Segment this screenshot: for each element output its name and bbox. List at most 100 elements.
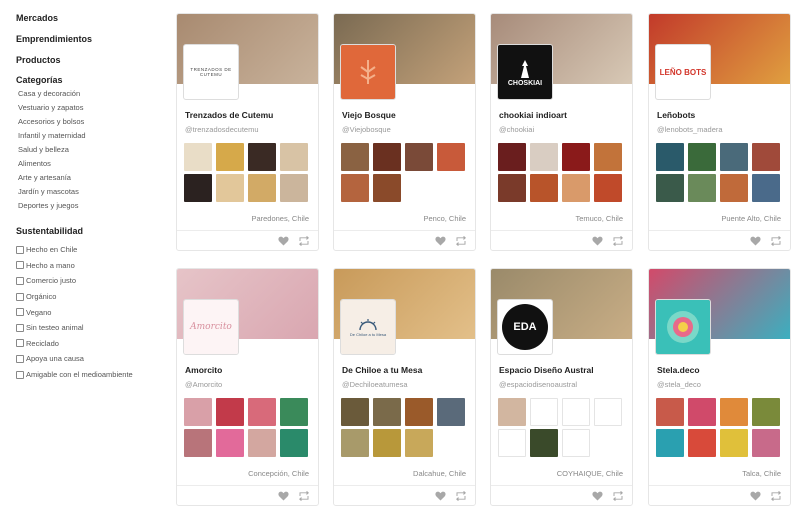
product-thumbnail[interactable] — [656, 143, 684, 171]
product-thumbnail[interactable] — [216, 429, 244, 457]
heart-icon[interactable] — [591, 490, 603, 502]
product-thumbnail[interactable] — [248, 398, 276, 426]
product-thumbnail[interactable] — [688, 143, 716, 171]
heart-icon[interactable] — [277, 490, 289, 502]
product-thumbnail[interactable] — [594, 398, 622, 426]
shop-logo[interactable]: De Chiloe a tu Mesa — [340, 299, 396, 355]
heart-icon[interactable] — [749, 235, 761, 247]
shop-card[interactable]: EDA Espacio Diseño Austral @espaciodisenoa… — [490, 268, 633, 506]
category-link[interactable]: Deportes y juegos — [16, 201, 165, 215]
product-thumbnail[interactable] — [216, 398, 244, 426]
product-thumbnail[interactable] — [373, 398, 401, 426]
sustainability-filter[interactable]: Sin testeo animal — [16, 320, 165, 336]
shop-logo[interactable]: TRENZADOS DE CUTEMU — [183, 44, 239, 100]
shop-card[interactable]: LEÑO BOTS Leñobots @lenobots_madera Puente … — [648, 13, 791, 251]
product-thumbnail[interactable] — [248, 174, 276, 202]
product-thumbnail[interactable] — [184, 174, 212, 202]
shop-card[interactable]: De Chiloe a tu Mesa De Chiloe a tu Mesa @D… — [333, 268, 476, 506]
nav-emprendimientos[interactable]: Emprendimientos — [16, 33, 165, 54]
filter-checkbox[interactable] — [16, 261, 24, 270]
filter-checkbox[interactable] — [16, 245, 24, 254]
shop-handle[interactable]: @Dechiloeatumesa — [342, 380, 408, 389]
shop-name[interactable]: chookiai indioart — [499, 110, 567, 120]
product-thumbnail[interactable] — [752, 174, 780, 202]
sustainability-filter[interactable]: Vegano — [16, 304, 165, 320]
product-thumbnail[interactable] — [656, 398, 684, 426]
shop-name[interactable]: Stela.deco — [657, 365, 700, 375]
product-thumbnail[interactable] — [498, 143, 526, 171]
product-thumbnail[interactable] — [437, 398, 465, 426]
product-thumbnail[interactable] — [752, 398, 780, 426]
repost-icon[interactable] — [612, 490, 624, 502]
product-thumbnail[interactable] — [280, 429, 308, 457]
product-thumbnail[interactable] — [562, 174, 590, 202]
repost-icon[interactable] — [298, 490, 310, 502]
filter-checkbox[interactable] — [16, 354, 24, 363]
heart-icon[interactable] — [749, 490, 761, 502]
product-thumbnail[interactable] — [280, 398, 308, 426]
shop-handle[interactable]: @Viejobosque — [342, 125, 391, 134]
shop-logo[interactable]: LEÑO BOTS — [655, 44, 711, 100]
repost-icon[interactable] — [455, 235, 467, 247]
shop-handle[interactable]: @chookiai — [499, 125, 534, 134]
shop-card[interactable]: TRENZADOS DE CUTEMU Trenzados de Cutemu @t… — [176, 13, 319, 251]
shop-name[interactable]: Espacio Diseño Austral — [499, 365, 594, 375]
nav-productos[interactable]: Productos — [16, 54, 165, 75]
product-thumbnail[interactable] — [720, 398, 748, 426]
product-thumbnail[interactable] — [530, 143, 558, 171]
shop-name[interactable]: Trenzados de Cutemu — [185, 110, 273, 120]
product-thumbnail[interactable] — [562, 429, 590, 457]
product-thumbnail[interactable] — [341, 143, 369, 171]
shop-card[interactable]: Stela.deco @stela_deco Talca, Chile — [648, 268, 791, 506]
sustainability-filter[interactable]: Apoya una causa — [16, 351, 165, 367]
heart-icon[interactable] — [434, 235, 446, 247]
sustainability-filter[interactable]: Orgánico — [16, 289, 165, 305]
heart-icon[interactable] — [277, 235, 289, 247]
product-thumbnail[interactable] — [752, 429, 780, 457]
product-thumbnail[interactable] — [405, 429, 433, 457]
product-thumbnail[interactable] — [752, 143, 780, 171]
shop-logo[interactable]: CHOSKIAI — [497, 44, 553, 100]
heart-icon[interactable] — [591, 235, 603, 247]
product-thumbnail[interactable] — [373, 429, 401, 457]
product-thumbnail[interactable] — [184, 429, 212, 457]
product-thumbnail[interactable] — [656, 429, 684, 457]
repost-icon[interactable] — [298, 235, 310, 247]
product-thumbnail[interactable] — [405, 398, 433, 426]
category-link[interactable]: Salud y belleza — [16, 145, 165, 159]
product-thumbnail[interactable] — [216, 174, 244, 202]
sustainability-filter[interactable]: Reciclado — [16, 336, 165, 352]
shop-handle[interactable]: @lenobots_madera — [657, 125, 723, 134]
shop-handle[interactable]: @trenzadosdecutemu — [185, 125, 259, 134]
repost-icon[interactable] — [612, 235, 624, 247]
shop-handle[interactable]: @Amorcito — [185, 380, 222, 389]
product-thumbnail[interactable] — [248, 429, 276, 457]
product-thumbnail[interactable] — [341, 174, 369, 202]
shop-logo[interactable]: Amorcito — [183, 299, 239, 355]
product-thumbnail[interactable] — [498, 398, 526, 426]
filter-checkbox[interactable] — [16, 323, 24, 332]
product-thumbnail[interactable] — [498, 174, 526, 202]
repost-icon[interactable] — [770, 490, 782, 502]
product-thumbnail[interactable] — [216, 143, 244, 171]
category-link[interactable]: Alimentos — [16, 159, 165, 173]
product-thumbnail[interactable] — [720, 174, 748, 202]
repost-icon[interactable] — [770, 235, 782, 247]
category-link[interactable]: Vestuario y zapatos — [16, 103, 165, 117]
product-thumbnail[interactable] — [562, 398, 590, 426]
filter-checkbox[interactable] — [16, 339, 24, 348]
product-thumbnail[interactable] — [341, 429, 369, 457]
product-thumbnail[interactable] — [594, 143, 622, 171]
shop-card[interactable]: Amorcito Amorcito @Amorcito Concepción, Chi… — [176, 268, 319, 506]
nav-mercados[interactable]: Mercados — [16, 12, 165, 33]
product-thumbnail[interactable] — [184, 143, 212, 171]
shop-card[interactable]: Viejo Bosque @Viejobosque Penco, Chile — [333, 13, 476, 251]
product-thumbnail[interactable] — [280, 143, 308, 171]
sustainability-filter[interactable]: Comercio justo — [16, 273, 165, 289]
sustainability-filter[interactable]: Hecho a mano — [16, 258, 165, 274]
shop-logo[interactable] — [655, 299, 711, 355]
product-thumbnail[interactable] — [498, 429, 526, 457]
shop-logo[interactable] — [340, 44, 396, 100]
product-thumbnail[interactable] — [437, 143, 465, 171]
product-thumbnail[interactable] — [562, 143, 590, 171]
